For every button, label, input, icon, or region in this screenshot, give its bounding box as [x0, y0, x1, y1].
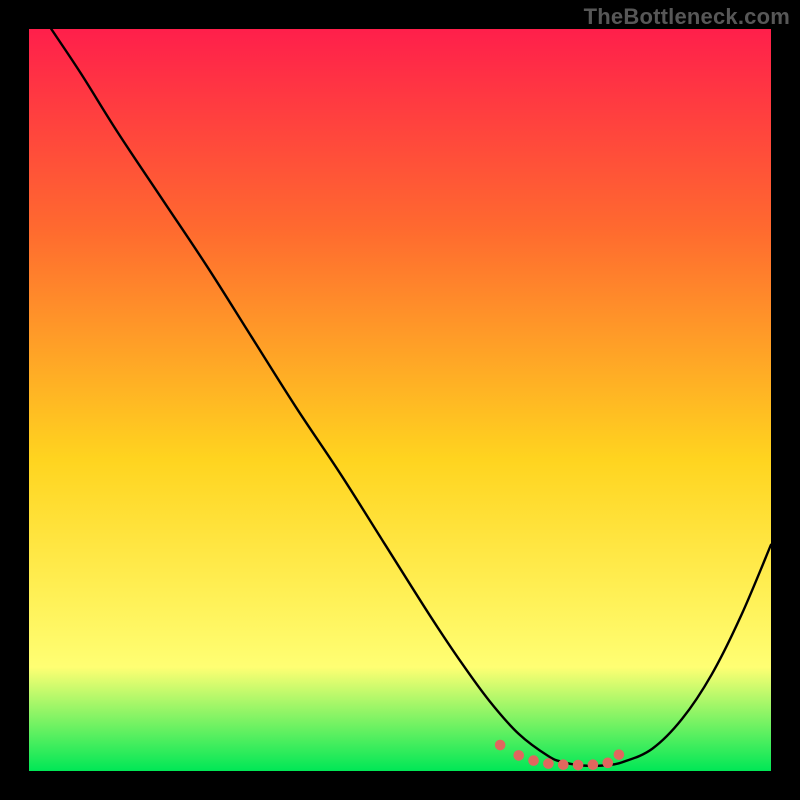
minimum-marker	[558, 759, 569, 770]
minimum-marker	[614, 749, 625, 760]
minimum-marker	[528, 755, 539, 766]
minimum-marker	[543, 758, 554, 769]
minimum-marker	[573, 760, 584, 771]
bottleneck-curve-chart	[29, 29, 771, 771]
chart-frame: TheBottleneck.com	[0, 0, 800, 800]
minimum-marker	[513, 750, 524, 761]
minimum-marker	[602, 758, 613, 769]
plot-background	[29, 29, 771, 771]
watermark-text: TheBottleneck.com	[584, 4, 790, 30]
minimum-marker	[495, 740, 506, 751]
minimum-marker	[588, 759, 599, 770]
